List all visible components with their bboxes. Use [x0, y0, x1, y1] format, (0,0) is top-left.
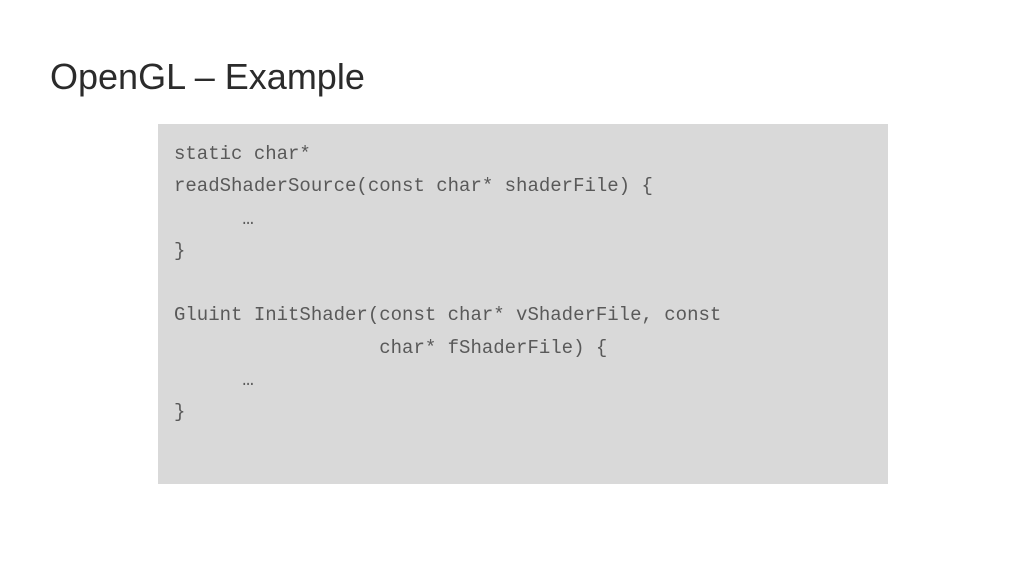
- slide-title: OpenGL – Example: [50, 56, 974, 98]
- code-line: …: [174, 364, 872, 396]
- code-line: static char*: [174, 138, 872, 170]
- code-line: readShaderSource(const char* shaderFile)…: [174, 170, 872, 202]
- code-line: [174, 267, 872, 299]
- code-block: static char* readShaderSource(const char…: [158, 124, 888, 484]
- code-line: Gluint InitShader(const char* vShaderFil…: [174, 299, 872, 331]
- code-line: …: [174, 203, 872, 235]
- code-line: char* fShaderFile) {: [174, 332, 872, 364]
- code-line: }: [174, 396, 872, 428]
- slide: OpenGL – Example static char* readShader…: [0, 0, 1024, 576]
- code-line: }: [174, 235, 872, 267]
